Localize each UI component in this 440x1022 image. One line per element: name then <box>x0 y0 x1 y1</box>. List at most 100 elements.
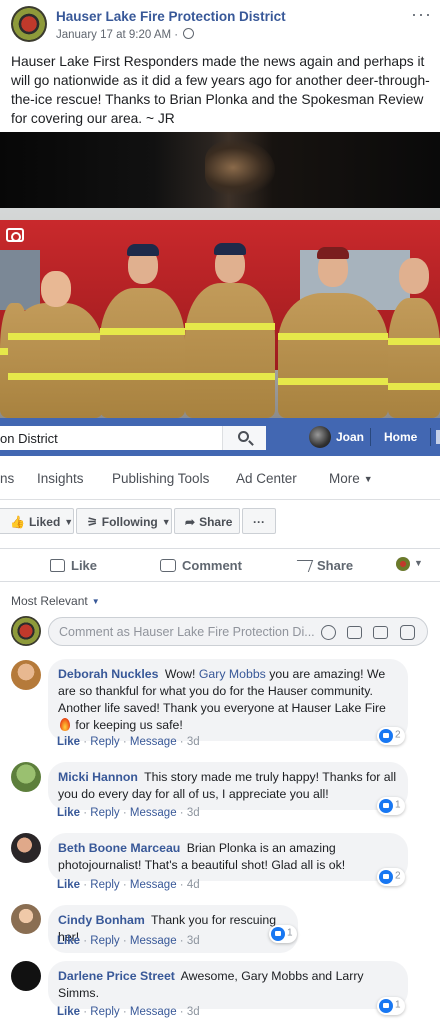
comment-author[interactable]: Darlene Price Street <box>58 969 175 983</box>
comment-author[interactable]: Cindy Bonham <box>58 913 145 927</box>
commenter-avatar <box>11 616 41 646</box>
comment-message-link[interactable]: Message <box>130 879 177 891</box>
chevron-down-icon: ▼ <box>64 517 74 527</box>
separator: · <box>122 736 127 748</box>
reaction-count[interactable]: 1 <box>377 797 405 815</box>
comment-message-link[interactable]: Message <box>130 736 177 748</box>
comment-like-link[interactable]: Like <box>57 1006 80 1018</box>
separator: · <box>122 807 127 819</box>
search-input[interactable]: on District <box>0 431 58 446</box>
share-icon <box>292 560 314 572</box>
reaction-number: 2 <box>395 729 401 741</box>
comment-message-link[interactable]: Message <box>130 935 177 947</box>
comment-time[interactable]: 3d <box>187 935 200 947</box>
comment-time[interactable]: 3d <box>187 736 200 748</box>
facebook-top-bar: on District Joan Home <box>0 418 440 456</box>
comment-reply-link[interactable]: Reply <box>90 879 119 891</box>
like-reaction-icon <box>379 870 393 884</box>
comment-button[interactable]: Comment <box>160 558 242 573</box>
gif-icon[interactable] <box>373 626 388 639</box>
share-button[interactable]: Share <box>292 558 353 573</box>
post-options-icon[interactable]: ··· <box>411 4 432 25</box>
separator: · <box>83 935 88 947</box>
divider <box>370 428 371 446</box>
comment-message-link[interactable]: Message <box>130 1006 177 1018</box>
comment-like-link[interactable]: Like <box>57 879 80 891</box>
search-button[interactable] <box>222 426 266 450</box>
commenter-avatar[interactable] <box>11 660 41 690</box>
comment-time[interactable]: 3d <box>187 807 200 819</box>
commenter-avatar[interactable] <box>11 904 41 934</box>
separator: · <box>179 807 184 819</box>
comment-author[interactable]: Deborah Nuckles <box>58 667 158 681</box>
separator: · <box>179 1006 184 1018</box>
reaction-count[interactable]: 1 <box>269 925 297 943</box>
comment-reply-link[interactable]: Reply <box>90 935 119 947</box>
comment-time[interactable]: 3d <box>187 1006 200 1018</box>
reaction-number: 1 <box>395 799 401 811</box>
emoji-icon[interactable] <box>321 625 336 640</box>
comment-actions: Like · Reply · Message · 3d <box>57 935 200 947</box>
user-avatar[interactable] <box>309 426 331 448</box>
commenter-avatar[interactable] <box>11 961 41 991</box>
separator: · <box>83 1006 88 1018</box>
post-timestamp[interactable]: January 17 at 9:20 AM · <box>56 28 195 41</box>
comment-time[interactable]: 4d <box>187 879 200 891</box>
comment-reply-link[interactable]: Reply <box>90 807 119 819</box>
firefighter <box>8 271 103 418</box>
mention-link[interactable]: Gary Mobbs <box>199 667 266 681</box>
truck-window <box>0 250 40 310</box>
reaction-count[interactable]: 2 <box>377 868 405 886</box>
page-name-link[interactable]: Hauser Lake Fire Protection District <box>56 9 286 24</box>
liked-button[interactable]: 👍 Liked ▼ <box>0 508 74 534</box>
post-time[interactable]: January 17 at 9:20 AM <box>56 29 171 41</box>
post-image-deer[interactable] <box>0 132 440 208</box>
comment-message-link[interactable]: Message <box>130 807 177 819</box>
tab-insights[interactable]: Insights <box>37 471 84 486</box>
acting-as-avatar[interactable] <box>396 557 410 571</box>
following-button[interactable]: ⚞ Following ▼ <box>76 508 172 534</box>
friends-icon[interactable] <box>436 430 440 444</box>
comment-icon <box>160 559 176 572</box>
share-page-button[interactable]: ➦ Share <box>174 508 240 534</box>
comment-reply-link[interactable]: Reply <box>90 1006 119 1018</box>
camera-icon[interactable] <box>347 626 362 639</box>
post-action-bar: Like Comment Share <box>0 548 440 582</box>
sort-label: Most Relevant <box>11 594 88 608</box>
reaction-count[interactable]: 1 <box>377 997 405 1015</box>
tab-publishing-tools[interactable]: Publishing Tools <box>112 471 209 486</box>
like-button[interactable]: Like <box>50 558 97 573</box>
comment-actions: Like · Reply · Message · 3d <box>57 807 200 819</box>
separator: · <box>122 935 127 947</box>
comment-sort-dropdown[interactable]: Most Relevant ▼ <box>11 594 100 608</box>
comment-author[interactable]: Micki Hannon <box>58 770 138 784</box>
commenter-avatar[interactable] <box>11 833 41 863</box>
page-avatar[interactable] <box>11 6 47 42</box>
comment-input[interactable]: Comment as Hauser Lake Fire Protection D… <box>48 617 428 646</box>
chevron-down-icon[interactable]: ▼ <box>414 558 423 568</box>
sticker-icon[interactable] <box>400 625 415 640</box>
separator: · <box>179 879 184 891</box>
comment-text: Wow! <box>164 667 196 681</box>
comment-like-link[interactable]: Like <box>57 736 80 748</box>
home-link[interactable]: Home <box>384 430 417 444</box>
tab-more[interactable]: More ▼ <box>329 471 373 486</box>
camera-icon <box>6 228 24 242</box>
tab-ad-center[interactable]: Ad Center <box>236 471 297 486</box>
search-box[interactable]: on District <box>0 426 266 450</box>
more-options-button[interactable]: ··· <box>242 508 276 534</box>
post-header: Hauser Lake Fire Protection District Jan… <box>0 0 440 48</box>
reaction-count[interactable]: 2 <box>377 727 405 745</box>
tab-notifications[interactable]: ns <box>0 471 14 486</box>
separator: · <box>122 879 127 891</box>
firefighter <box>278 247 388 418</box>
separator: · <box>179 935 184 947</box>
commenter-avatar[interactable] <box>11 762 41 792</box>
post-image-firefighters[interactable] <box>0 208 440 418</box>
profile-link[interactable]: Joan <box>336 430 364 444</box>
comment-author[interactable]: Beth Boone Marceau <box>58 841 180 855</box>
comment-like-link[interactable]: Like <box>57 807 80 819</box>
comment-reply-link[interactable]: Reply <box>90 736 119 748</box>
comment-like-link[interactable]: Like <box>57 935 80 947</box>
like-reaction-icon <box>271 927 285 941</box>
